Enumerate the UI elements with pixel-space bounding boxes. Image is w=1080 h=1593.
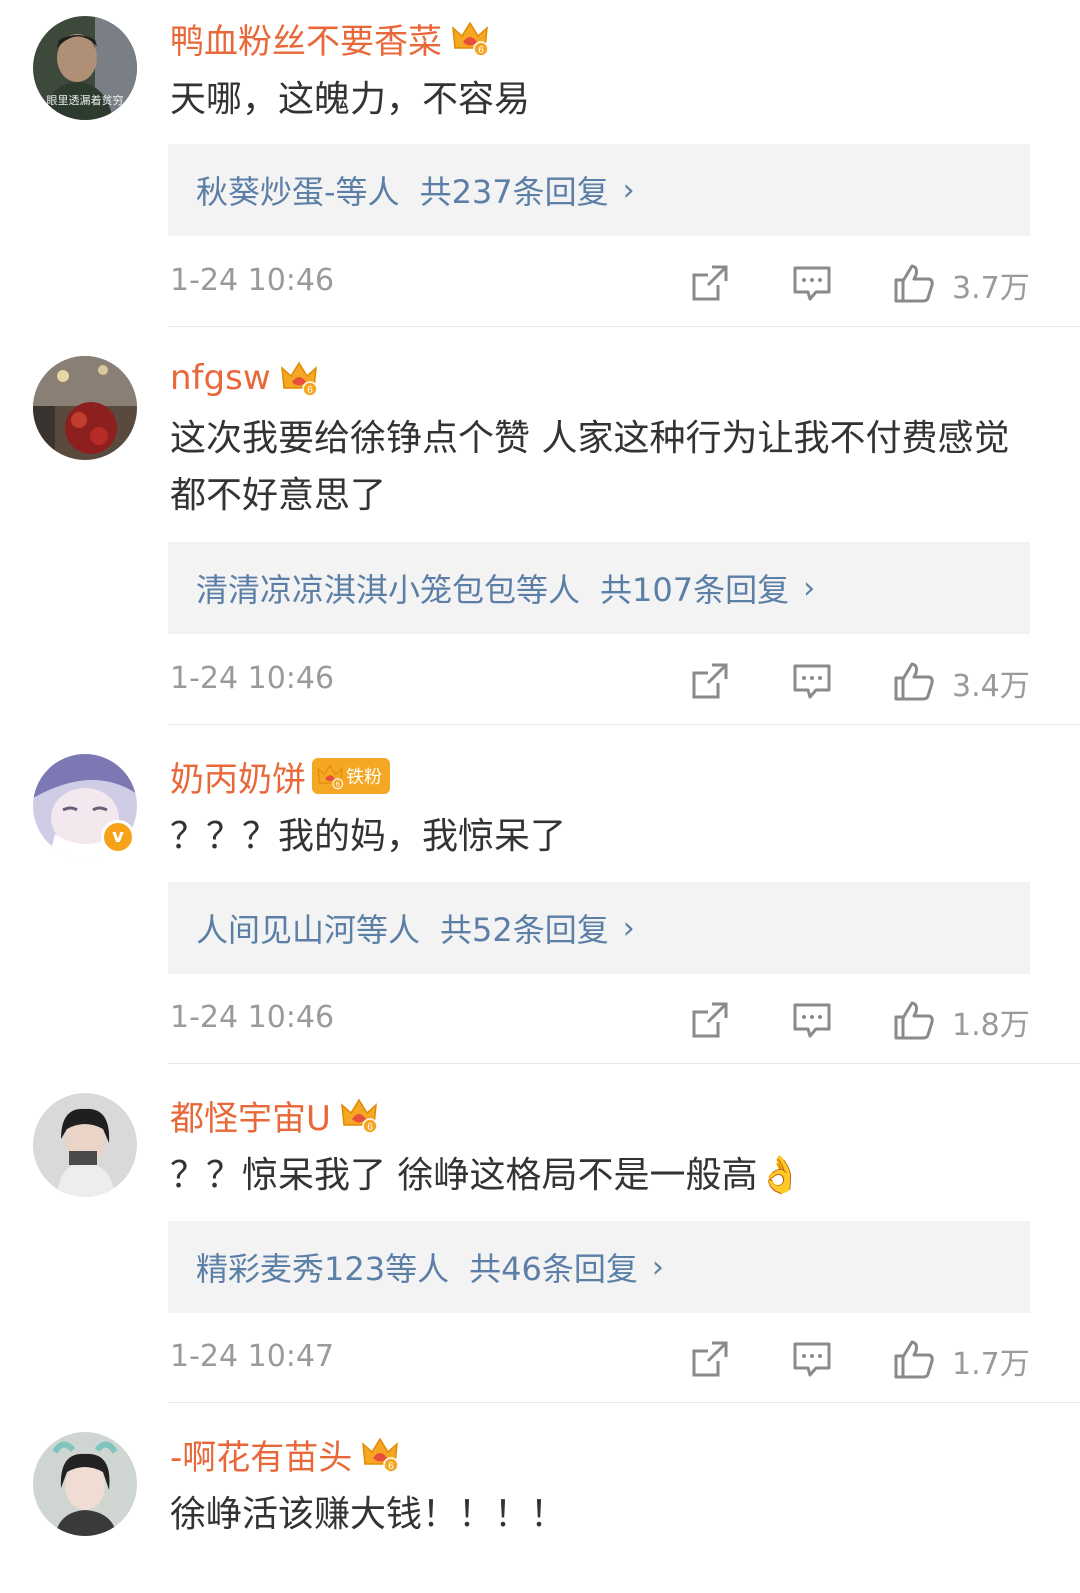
crown-badge-icon: [316, 762, 344, 790]
share-icon[interactable]: [688, 659, 732, 703]
username[interactable]: nfgsw: [170, 358, 271, 398]
thumbs-up-icon[interactable]: [892, 1337, 936, 1381]
timestamp: 1-24 10:46: [170, 661, 335, 696]
fan-badge-label: 铁粉: [346, 767, 382, 788]
divider: [168, 1063, 1080, 1064]
comment-icon[interactable]: [790, 1337, 834, 1381]
avatar[interactable]: [33, 1093, 137, 1197]
reply-users: 秋葵炒蛋-等人: [196, 173, 400, 211]
comment-text: ？？惊呆我了 徐峥这格局不是一般高👌: [170, 1155, 803, 1196]
comment-icon[interactable]: [790, 998, 834, 1042]
like-count: 3.7万: [952, 271, 1030, 306]
username-row: nfgsw: [170, 354, 319, 402]
comment-text: ？？？我的妈，我惊呆了: [170, 816, 567, 857]
reply-users: 清清凉凉淇淇小笼包包等人: [196, 571, 581, 609]
avatar-caption: 眼里透漏着贫穷: [46, 94, 124, 107]
thumbs-up-icon[interactable]: [892, 261, 936, 305]
fan-badge[interactable]: 铁粉: [312, 758, 390, 794]
chevron-right-icon: ›: [803, 570, 816, 606]
username[interactable]: 都怪宇宙U: [170, 1091, 331, 1140]
username-row: 都怪宇宙U: [170, 1091, 379, 1139]
comment-meta: 1-24 10:46 3.4万: [0, 651, 1080, 711]
username[interactable]: 奶丙奶饼: [170, 752, 306, 801]
share-icon[interactable]: [688, 261, 732, 305]
comment-icon[interactable]: [790, 261, 834, 305]
crown-badge-icon[interactable]: [450, 18, 490, 58]
reply-summary[interactable]: 秋葵炒蛋-等人 共237条回复 ›: [168, 144, 1030, 236]
thumbs-up-icon[interactable]: [892, 659, 936, 703]
chevron-right-icon: ›: [622, 910, 635, 946]
avatar[interactable]: [33, 1432, 137, 1536]
reply-users: 精彩麦秀123等人: [196, 1250, 450, 1288]
username[interactable]: -啊花有苗头: [170, 1430, 352, 1479]
comment-meta: 1-24 10:46 3.7万: [0, 253, 1080, 313]
crown-badge-icon[interactable]: [279, 358, 319, 398]
comment-text: 天哪，这魄力，不容易: [170, 79, 531, 120]
username-row: 奶丙奶饼 铁粉: [170, 752, 390, 800]
timestamp: 1-24 10:46: [170, 263, 335, 298]
crown-badge-icon[interactable]: [339, 1095, 379, 1135]
comment-text: 徐峥活该赚大钱！！！！: [170, 1494, 567, 1535]
reply-summary[interactable]: 清清凉凉淇淇小笼包包等人 共107条回复 ›: [168, 542, 1030, 634]
avatar[interactable]: 眼里透漏着贫穷: [33, 16, 137, 120]
username-row: -啊花有苗头: [170, 1430, 400, 1478]
thumbs-up-icon[interactable]: [892, 998, 936, 1042]
crown-badge-icon[interactable]: [360, 1434, 400, 1474]
reply-count: 共46条回复: [469, 1250, 638, 1288]
reply-summary[interactable]: 精彩麦秀123等人 共46条回复 ›: [168, 1221, 1030, 1313]
reply-count: 共52条回复: [440, 911, 609, 949]
reply-count: 共237条回复: [419, 173, 609, 211]
chevron-right-icon: ›: [622, 172, 635, 208]
divider: [168, 326, 1080, 327]
comment-icon[interactable]: [790, 659, 834, 703]
verified-badge-icon: v: [101, 820, 135, 854]
comment-meta: 1-24 10:46 1.8万: [0, 990, 1080, 1050]
username[interactable]: 鸭血粉丝不要香菜: [170, 14, 442, 63]
share-icon[interactable]: [688, 1337, 732, 1381]
like-count: 1.7万: [952, 1347, 1030, 1382]
comment-meta: 1-24 10:47 1.7万: [0, 1329, 1080, 1389]
timestamp: 1-24 10:47: [170, 1339, 335, 1374]
reply-users: 人间见山河等人: [196, 911, 421, 949]
avatar[interactable]: [33, 356, 137, 460]
share-icon[interactable]: [688, 998, 732, 1042]
reply-summary[interactable]: 人间见山河等人 共52条回复 ›: [168, 882, 1030, 974]
like-count: 1.8万: [952, 1008, 1030, 1043]
timestamp: 1-24 10:46: [170, 1000, 335, 1035]
like-count: 3.4万: [952, 669, 1030, 704]
chevron-right-icon: ›: [651, 1249, 664, 1285]
divider: [168, 724, 1080, 725]
comment-text: 这次我要给徐铮点个赞 人家这种行为让我不付费感觉都不好意思了: [170, 418, 1010, 516]
divider: [168, 1402, 1080, 1403]
username-row: 鸭血粉丝不要香菜: [170, 14, 490, 62]
reply-count: 共107条回复: [600, 571, 790, 609]
